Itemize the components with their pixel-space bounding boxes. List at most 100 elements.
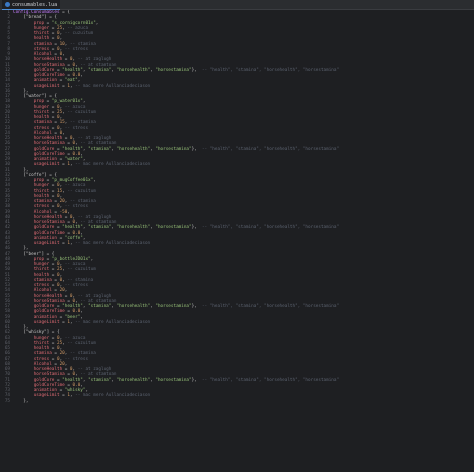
code-token: hunger [13, 335, 50, 341]
code-token: "health" [62, 67, 83, 73]
code-token: goldCoreTime [13, 382, 65, 388]
code-token: "p_bottleJD01x" [51, 256, 91, 262]
code-token: -- at stamtoan [80, 62, 117, 68]
code-token: = [49, 272, 57, 278]
code-token: }, [191, 304, 202, 309]
code-token: = [51, 288, 60, 294]
code-token: goldCore [13, 377, 55, 383]
code-token: "horsestamina" [155, 304, 192, 309]
code-token: , [80, 314, 83, 320]
code-token: -- stress [64, 283, 89, 288]
code-token: -- "health", "stamina", "horsehealth", "… [201, 304, 340, 309]
tab-consumables[interactable]: consumables.lua [2, 0, 61, 10]
code-token: = [51, 351, 60, 357]
code-token: "health" [62, 225, 83, 231]
code-token: health [13, 36, 50, 42]
code-token: goldCore [13, 225, 55, 231]
code-token: stamina [13, 120, 52, 126]
code-token: -- stamina [69, 41, 96, 47]
code-token: Alcohol [13, 209, 52, 215]
code-token: , [93, 178, 96, 183]
code-token: , [67, 209, 70, 215]
code-token: = [54, 225, 63, 231]
code-token: , [77, 78, 81, 84]
tab-label: consumables.lua [12, 1, 58, 8]
code-token: = [56, 235, 65, 241]
code-token: }, [191, 146, 202, 152]
code-token: , [95, 20, 99, 26]
code-token: Alcohol [13, 288, 52, 294]
code-text: usageLimit = 1, -- mac mere Aullanciadec… [13, 320, 150, 325]
code-token: goldCoreTime [13, 230, 65, 236]
code-token: , [59, 36, 63, 42]
code-token: , [64, 288, 68, 294]
code-token: -- stress [64, 356, 89, 362]
code-token: stress [13, 356, 50, 362]
code-token: -- at stamtoan [80, 141, 117, 147]
code-token: }, [13, 167, 29, 173]
code-text: usageLimit = 1, -- mac mere Aullanciadec… [13, 84, 150, 89]
code-token: , [82, 235, 86, 241]
code-token: = [64, 62, 73, 68]
code-token: = [64, 372, 73, 378]
code-token: = [49, 104, 57, 110]
code-token: = [49, 109, 57, 115]
code-token: "horsestamina" [155, 146, 192, 152]
code-token: usageLimit [13, 393, 60, 399]
code-token: usageLimit [13, 83, 60, 89]
code-token: -- mac mere Aullanciadeciason [75, 319, 151, 325]
code-token: = [54, 67, 63, 73]
code-token: }, [13, 398, 29, 404]
code-token: = [51, 130, 60, 136]
code-token: "eat" [64, 78, 78, 84]
code-token: = [49, 193, 57, 199]
code-token: = [51, 361, 60, 367]
code-token: -- azuca [64, 104, 86, 110]
code-token: = [49, 125, 57, 131]
code-editor[interactable]: 1 Config.Consumables = {2 ["bread"] = {3 … [0, 10, 474, 472]
code-token: = [44, 256, 52, 262]
code-token: = [44, 20, 52, 26]
code-token: hunger [13, 183, 50, 189]
lua-file-icon [5, 2, 10, 7]
code-token: stress [13, 204, 50, 210]
code-token: stamina [13, 351, 52, 357]
code-token: -- stress [64, 204, 89, 210]
code-token: horseStamina [13, 298, 65, 304]
code-token: = [64, 382, 73, 388]
code-token: }, [191, 225, 202, 231]
code-token: "stamina" [88, 146, 112, 152]
code-token: stress [13, 46, 50, 52]
code-token: "horsestamina" [155, 377, 192, 383]
code-token: -- stamina [67, 277, 94, 283]
code-token: horseHealth [13, 214, 63, 220]
code-token: = [64, 309, 73, 315]
code-token: = [49, 25, 57, 31]
code-token: , [80, 230, 83, 236]
code-token: "health" [62, 146, 83, 152]
code-token: thirst [13, 188, 50, 194]
code-token: = [49, 267, 57, 273]
code-token: , [80, 151, 83, 157]
code-token: = [54, 377, 63, 383]
code-text: }, [13, 398, 29, 404]
code-token: = [56, 314, 65, 320]
code-line[interactable]: 75 }, [0, 399, 474, 404]
code-token: -- mac mere Aullanciadeciason [75, 162, 151, 168]
code-token: -- at stamtoan [80, 372, 117, 378]
code-token: , [80, 382, 83, 388]
code-token: -- cuzuitum [67, 188, 96, 194]
code-token: , [82, 99, 86, 105]
code-token: = [62, 57, 70, 63]
code-token: "horsehealth" [116, 67, 151, 73]
code-token: = [49, 204, 57, 210]
code-token: "horsestamina" [155, 225, 192, 231]
code-token: "horsehealth" [116, 377, 151, 383]
code-token: -- "health", "stamina", "horsehealth", "… [201, 225, 340, 231]
code-token: -- stamina [69, 351, 96, 357]
code-token: stamina [13, 41, 52, 47]
code-token: "horsestamina" [155, 67, 192, 73]
code-token: -- stress [64, 46, 89, 52]
code-token: horseHealth [13, 57, 63, 63]
line-number: 75 [4, 398, 10, 404]
